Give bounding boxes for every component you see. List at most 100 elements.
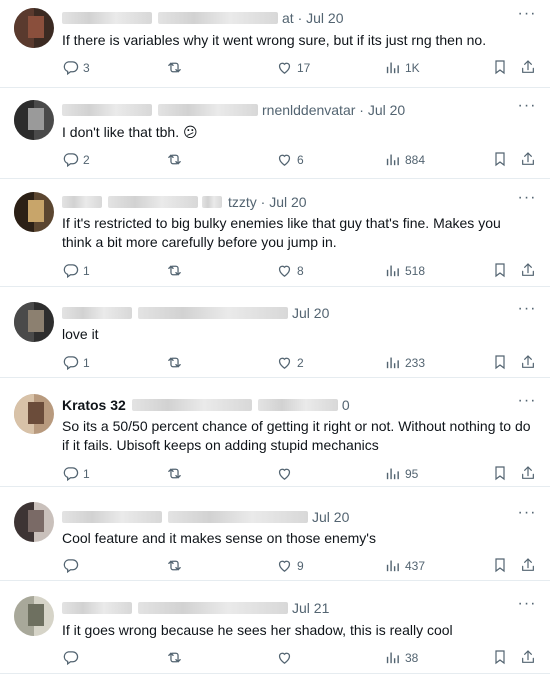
reply-post[interactable]: Jul 20 ··· love it 1 2 233 [0,287,550,378]
bookmark-button[interactable] [492,262,508,278]
redacted-name [62,196,102,208]
reply-button[interactable]: 1 [62,262,90,279]
reply-button[interactable]: 1 [62,465,90,482]
action-bar: 3 17 1K [62,59,542,79]
views-button[interactable]: 518 [384,262,425,279]
reply-count: 2 [83,152,90,167]
reply-button[interactable]: 3 [62,59,90,76]
avatar[interactable] [14,192,54,232]
post-date[interactable]: rnenlddenvatar · Jul 20 [262,102,405,118]
share-button[interactable] [520,151,536,167]
like-button[interactable]: 2 [276,354,304,371]
avatar[interactable] [14,502,54,542]
repost-button[interactable] [166,354,183,371]
avatar[interactable] [14,302,54,342]
heart-icon [276,262,293,279]
heart-icon [276,354,293,371]
bookmark-icon [492,649,508,665]
views-button[interactable]: 38 [384,649,418,666]
reply-post[interactable]: tzzty · Jul 20 ··· If it's restricted to b… [0,179,550,287]
bookmark-button[interactable] [492,465,508,481]
reply-button[interactable]: 2 [62,151,90,168]
repost-button[interactable] [166,649,183,666]
bookmark-icon [492,262,508,278]
more-dots-icon[interactable]: ··· [516,301,538,322]
like-button[interactable]: 6 [276,151,304,168]
heart-icon [276,649,293,666]
repost-icon [166,557,183,574]
more-dots-icon[interactable]: ··· [516,505,538,526]
more-dots-icon[interactable]: ··· [516,6,538,27]
reply-text: love it [62,326,99,342]
reply-post[interactable]: Kratos 32 0 ··· So its a 50/50 percent chan… [0,378,550,487]
bookmark-button[interactable] [492,354,508,370]
reply-header: rnenlddenvatar · Jul 20 [62,101,405,119]
like-count: 6 [297,152,304,167]
like-button[interactable]: 9 [276,557,304,574]
views-button[interactable]: 1K [384,59,420,76]
repost-button[interactable] [166,151,183,168]
redacted-name [62,307,132,319]
bookmark-button[interactable] [492,59,508,75]
post-date[interactable]: Jul 20 [292,305,329,321]
repost-button[interactable] [166,59,183,76]
views-button[interactable]: 95 [384,465,418,482]
reply-text: If there is variables why it went wrong … [62,32,487,48]
bookmark-icon [492,59,508,75]
redacted-handle [158,12,278,24]
reply-header: at · Jul 20 [62,9,343,27]
reply-bubble-icon [62,354,79,371]
bookmark-button[interactable] [492,557,508,573]
action-bar: 2 6 884 [62,151,542,171]
like-button[interactable] [276,465,293,482]
avatar[interactable] [14,394,54,434]
like-button[interactable]: 17 [276,59,310,76]
reply-post[interactable]: rnenlddenvatar · Jul 20 ··· I don't like t… [0,88,550,179]
share-button[interactable] [520,649,536,665]
reply-post[interactable]: Jul 20 ··· Cool feature and it makes sense… [0,487,550,581]
like-button[interactable]: 8 [276,262,304,279]
repost-icon [166,465,183,482]
redacted-name [62,12,152,24]
reply-bubble-icon [62,465,79,482]
more-dots-icon[interactable]: ··· [516,393,538,414]
avatar[interactable] [14,100,54,140]
avatar[interactable] [14,596,54,636]
author-name[interactable]: Kratos 32 [62,397,126,413]
repost-button[interactable] [166,465,183,482]
reply-post[interactable]: at · Jul 20 ··· If there is variables why … [0,0,550,88]
share-button[interactable] [520,557,536,573]
post-date[interactable]: 0 [342,397,350,413]
more-dots-icon[interactable]: ··· [516,98,538,119]
share-icon [520,557,536,573]
views-button[interactable]: 884 [384,151,425,168]
bookmark-button[interactable] [492,649,508,665]
repost-button[interactable] [166,262,183,279]
avatar[interactable] [14,8,54,48]
bookmark-icon [492,151,508,167]
more-dots-icon[interactable]: ··· [516,190,538,211]
share-button[interactable] [520,262,536,278]
views-button[interactable]: 233 [384,354,425,371]
post-date[interactable]: Jul 20 [312,509,349,525]
repost-button[interactable] [166,557,183,574]
post-date[interactable]: at · Jul 20 [282,10,343,26]
share-button[interactable] [520,59,536,75]
redacted-name [62,104,152,116]
repost-icon [166,354,183,371]
post-date[interactable]: Jul 21 [292,600,329,616]
reply-bubble-icon [62,649,79,666]
views-button[interactable]: 437 [384,557,425,574]
reply-count: 1 [83,466,90,481]
more-dots-icon[interactable]: ··· [516,596,538,617]
post-date[interactable]: tzzty · Jul 20 [228,194,307,210]
share-button[interactable] [520,354,536,370]
reply-post[interactable]: Jul 21 ··· If it goes wrong because he see… [0,581,550,674]
like-button[interactable] [276,649,293,666]
share-button[interactable] [520,465,536,481]
reply-button[interactable] [62,649,79,666]
reply-button[interactable] [62,557,79,574]
bookmark-button[interactable] [492,151,508,167]
reply-bubble-icon [62,557,79,574]
reply-button[interactable]: 1 [62,354,90,371]
